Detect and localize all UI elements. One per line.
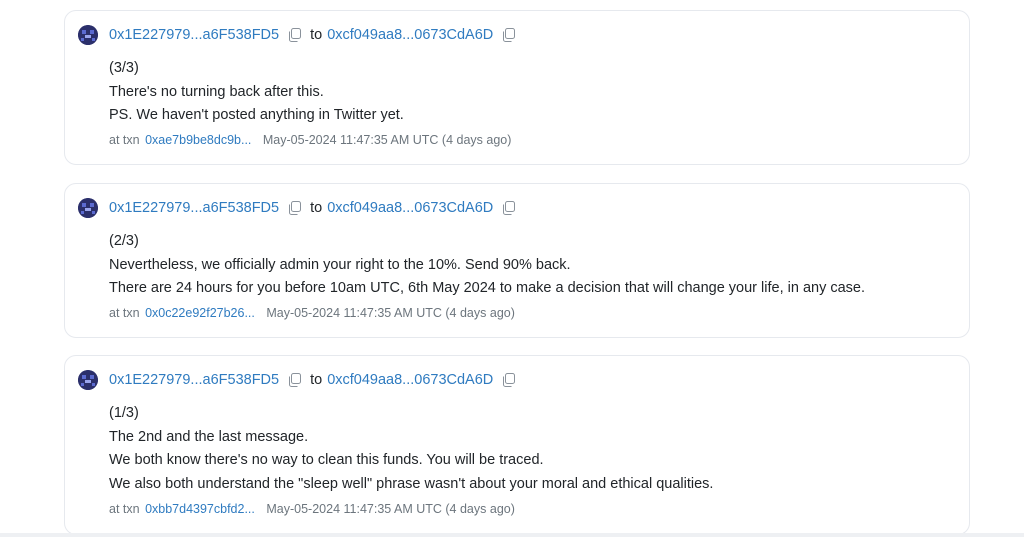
message-body: (1/3) The 2nd and the last message. We b… (109, 402, 713, 496)
timestamp: May-05-2024 11:47:35 AM UTC (4 days ago) (262, 133, 512, 147)
avatar-icon (78, 198, 98, 218)
message-body: (3/3) There's no turning back after this… (109, 57, 404, 128)
timestamp: May-05-2024 11:47:35 AM UTC (4 days ago) (266, 306, 515, 320)
message-line: There are 24 hours for you before 10am U… (109, 280, 866, 296)
copy-icon[interactable] (288, 373, 302, 387)
to-address-link[interactable]: 0xcf049aa8...0673CdA6D (327, 200, 493, 216)
at-txn-label: at txn (109, 502, 140, 516)
message-footer: at txn 0x0c22e92f27b26... May-05-2024 11… (109, 306, 515, 320)
message-card: 0x1E227979...a6F538FD5 to 0xcf049aa8...0… (64, 355, 970, 535)
from-address-link[interactable]: 0x1E227979...a6F538FD5 (109, 27, 279, 43)
message-line: The 2nd and the last message. (109, 428, 309, 445)
copy-icon[interactable] (502, 373, 516, 387)
message-line: (2/3) (109, 233, 139, 249)
txn-hash-link[interactable]: 0xae7b9be8dc9b... (145, 133, 251, 147)
message-line: PS. We haven't posted anything in Twitte… (109, 107, 404, 123)
to-label: to (310, 200, 323, 216)
message-body: (2/3) Nevertheless, we officially admin … (109, 230, 865, 301)
message-line: We both know there's no way to clean thi… (109, 452, 544, 468)
message-line: Nevertheless, we officially admin your r… (109, 256, 571, 273)
message-card: 0x1E227979...a6F538FD5 to 0xcf049aa8...0… (64, 10, 970, 165)
message-header: 0x1E227979...a6F538FD5 to 0xcf049aa8...0… (78, 25, 524, 45)
txn-hash-link[interactable]: 0x0c22e92f27b26... (145, 306, 255, 320)
message-card: 0x1E227979...a6F538FD5 to 0xcf049aa8...0… (64, 183, 970, 338)
from-address-link[interactable]: 0x1E227979...a6F538FD5 (109, 200, 279, 216)
message-line: We also both understand the "sleep well"… (109, 475, 714, 492)
avatar-icon (78, 370, 98, 390)
to-label: to (310, 372, 323, 388)
at-txn-label: at txn (109, 306, 140, 320)
to-address-link[interactable]: 0xcf049aa8...0673CdA6D (327, 372, 493, 388)
message-line: (1/3) (109, 405, 139, 421)
message-footer: at txn 0xbb7d4397cbfd2... May-05-2024 11… (109, 502, 515, 516)
txn-hash-link[interactable]: 0xbb7d4397cbfd2... (145, 502, 255, 516)
avatar-icon (78, 25, 98, 45)
page-divider (0, 533, 1024, 537)
copy-icon[interactable] (288, 28, 302, 42)
message-line: There's no turning back after this. (109, 83, 324, 100)
copy-icon[interactable] (288, 201, 302, 215)
at-txn-label: at txn (109, 133, 140, 147)
message-header: 0x1E227979...a6F538FD5 to 0xcf049aa8...0… (78, 370, 524, 390)
to-label: to (310, 27, 323, 43)
timestamp: May-05-2024 11:47:35 AM UTC (4 days ago) (266, 502, 515, 516)
copy-icon[interactable] (502, 28, 516, 42)
to-address-link[interactable]: 0xcf049aa8...0673CdA6D (327, 27, 493, 43)
message-header: 0x1E227979...a6F538FD5 to 0xcf049aa8...0… (78, 198, 524, 218)
copy-icon[interactable] (502, 201, 516, 215)
message-footer: at txn 0xae7b9be8dc9b... May-05-2024 11:… (109, 133, 511, 147)
message-line: (3/3) (109, 60, 139, 76)
from-address-link[interactable]: 0x1E227979...a6F538FD5 (109, 372, 279, 388)
